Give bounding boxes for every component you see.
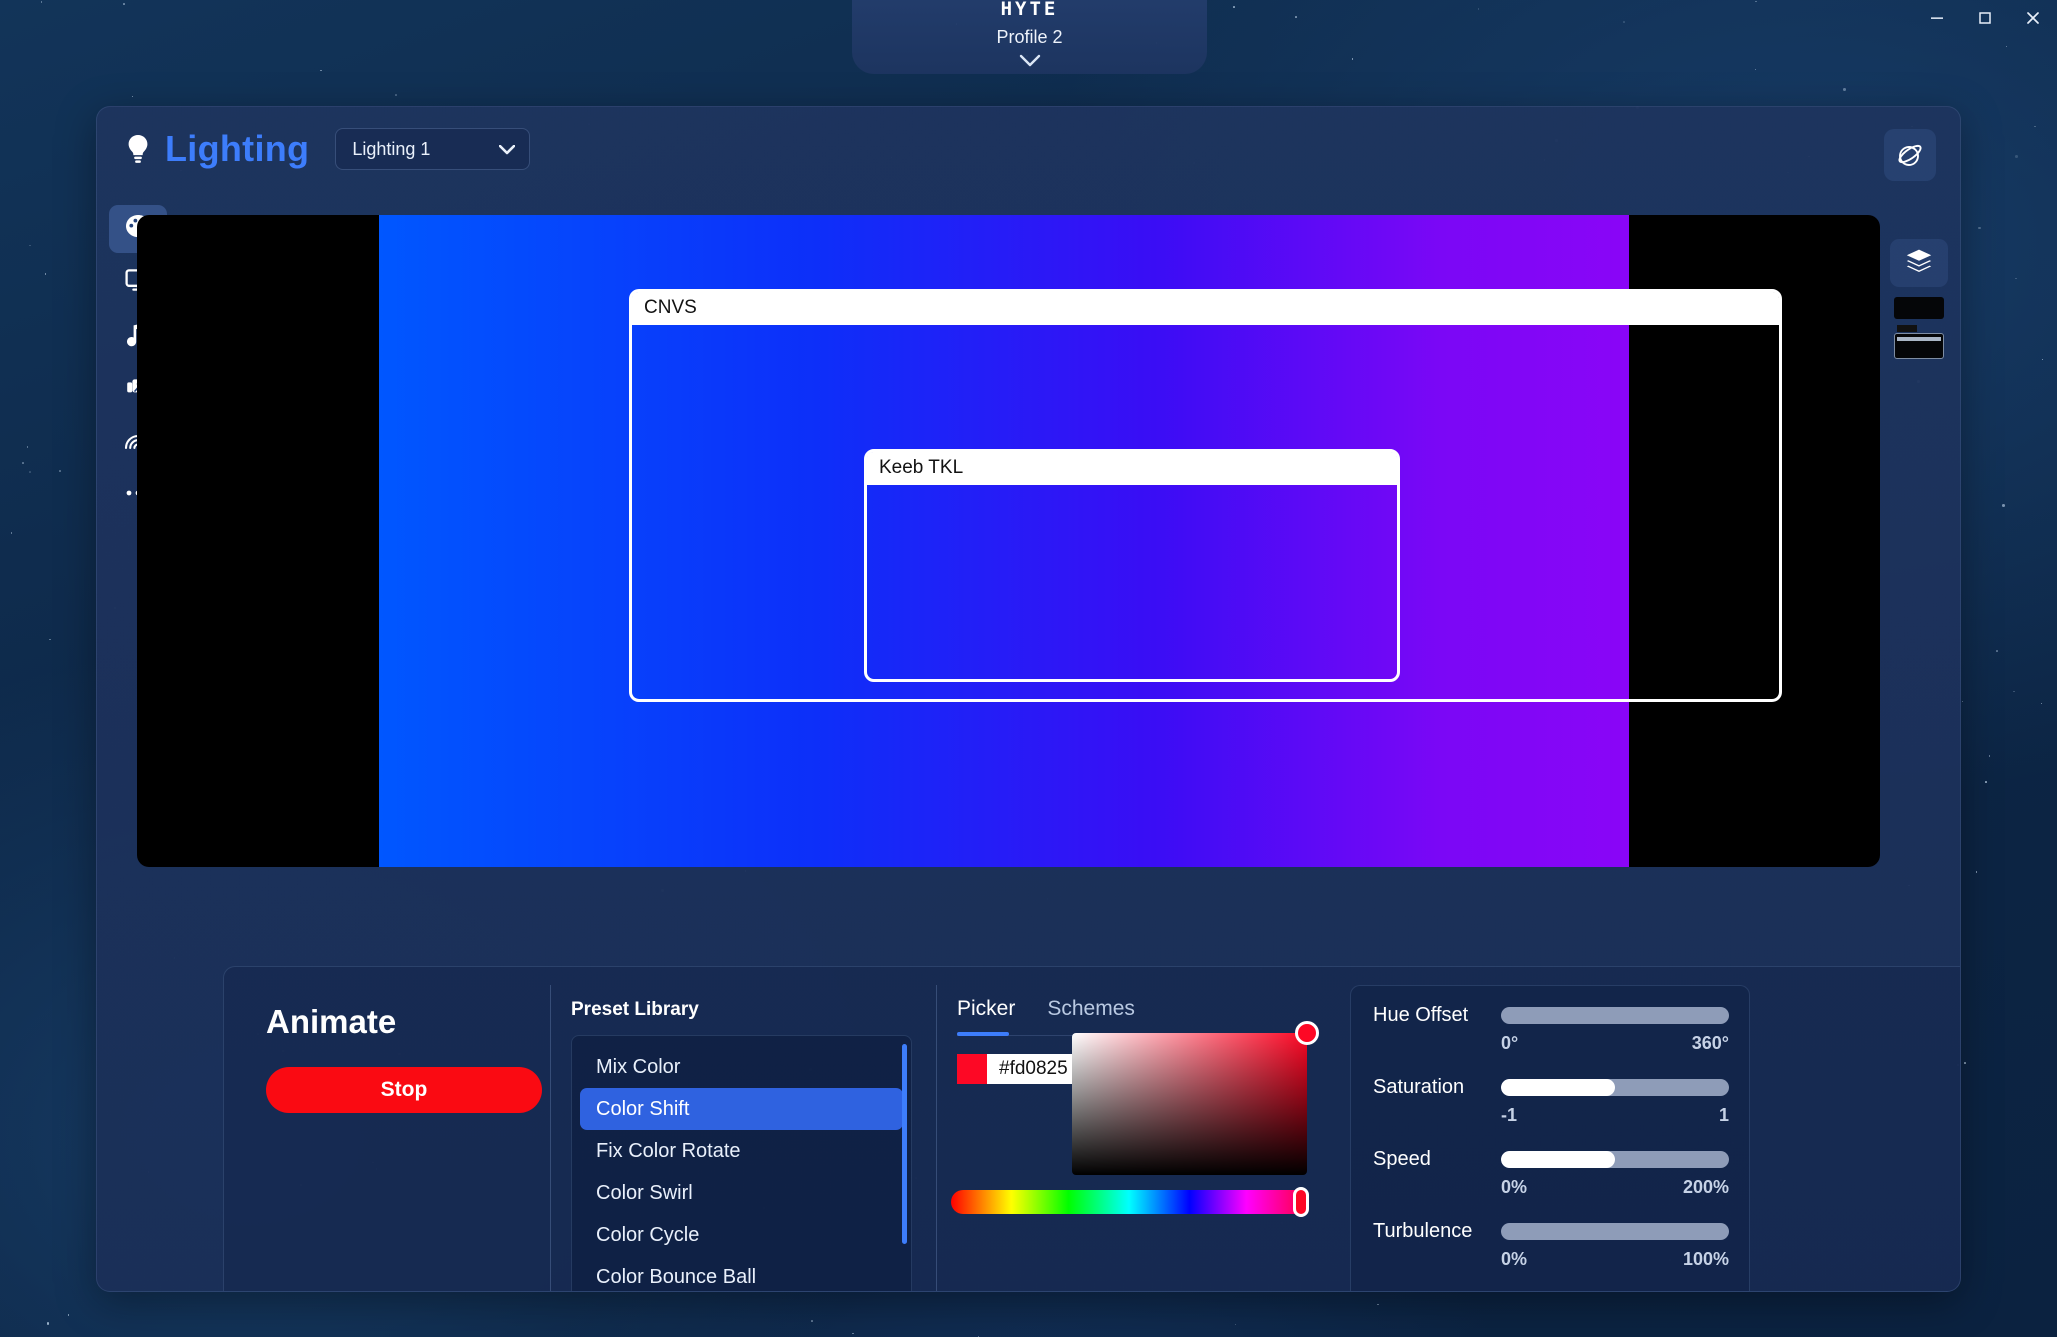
tab-schemes[interactable]: Schemes — [1047, 997, 1135, 1025]
slider-group-turbulence: Turbulence 0% 100% — [1373, 1220, 1729, 1270]
planet-orbit-icon[interactable] — [1884, 129, 1936, 181]
speed-slider[interactable] — [1501, 1151, 1729, 1168]
animate-section: Animate Stop — [244, 985, 544, 1291]
preset-library-heading: Preset Library — [571, 999, 699, 1020]
chevron-down-icon — [499, 139, 516, 160]
title-bar: HYTE Profile 2 — [0, 0, 2057, 74]
slider-group-hue-offset: Hue Offset 0° 360° — [1373, 1004, 1729, 1054]
animate-heading: Animate — [266, 1003, 397, 1040]
chevron-down-icon[interactable] — [1019, 54, 1041, 72]
device-thumbnail-keeb[interactable] — [1894, 325, 1944, 359]
turbulence-slider[interactable] — [1501, 1223, 1729, 1240]
hue-offset-slider[interactable] — [1501, 1007, 1729, 1024]
hex-input[interactable]: #fd0825 — [987, 1054, 1082, 1084]
device-outline-keeb[interactable]: Keeb TKL — [864, 449, 1400, 682]
sv-handle[interactable] — [1295, 1021, 1319, 1045]
color-picker-section: Picker Schemes #fd0825 — [936, 985, 1336, 1291]
preset-item[interactable]: Color Swirl — [580, 1172, 903, 1214]
effect-sliders-section: Hue Offset 0° 360° Saturation -1 1 Speed… — [1350, 985, 1750, 1291]
slider-min: -1 — [1501, 1105, 1518, 1125]
slider-fill — [1501, 1079, 1615, 1096]
preset-list[interactable]: Mix Color Color Shift Fix Color Rotate C… — [571, 1035, 912, 1291]
slider-max: 100% — [1682, 1249, 1729, 1269]
slider-max: 1 — [1718, 1105, 1729, 1125]
preset-item[interactable]: Fix Color Rotate — [580, 1130, 903, 1172]
maximize-button[interactable] — [1961, 0, 2009, 36]
slider-min: 0° — [1501, 1033, 1519, 1053]
app-header: Lighting Lighting 1 — [97, 107, 1960, 191]
preset-item[interactable]: Color Cycle — [580, 1214, 903, 1256]
tab-picker[interactable]: Picker — [957, 997, 1015, 1036]
device-label-cnvs: CNVS — [632, 292, 1779, 325]
hue-slider[interactable] — [951, 1187, 1309, 1217]
app-window: Lighting Lighting 1 CNVS Keeb TKL Animat… — [96, 106, 1961, 1292]
saturation-value-field[interactable] — [1072, 1021, 1319, 1175]
stop-button[interactable]: Stop — [266, 1067, 542, 1113]
lightbulb-icon — [121, 132, 155, 166]
layers-icon — [1905, 247, 1933, 280]
slider-fill — [1501, 1151, 1615, 1168]
profile-tab[interactable]: HYTE Profile 2 — [852, 0, 1207, 74]
preview-stage[interactable]: CNVS Keeb TKL — [137, 215, 1880, 867]
slider-label: Saturation — [1373, 1076, 1465, 1098]
close-button[interactable] — [2009, 0, 2057, 36]
window-controls — [1913, 0, 2057, 46]
minimize-button[interactable] — [1913, 0, 1961, 36]
lighting-profile-select[interactable]: Lighting 1 — [335, 128, 531, 170]
preset-list-scrollbar[interactable] — [902, 1044, 907, 1244]
slider-group-saturation: Saturation -1 1 — [1373, 1076, 1729, 1126]
preset-library-section: Preset Library Mix Color Color Shift Fix… — [550, 985, 930, 1291]
slider-max: 360° — [1691, 1033, 1729, 1053]
hue-handle[interactable] — [1293, 1187, 1309, 1217]
preset-item[interactable]: Mix Color — [580, 1046, 903, 1088]
saturation-slider[interactable] — [1501, 1079, 1729, 1096]
layers-button[interactable] — [1890, 239, 1948, 287]
slider-group-speed: Speed 0% 200% — [1373, 1148, 1729, 1198]
device-thumbnail-cnvs[interactable] — [1894, 297, 1944, 319]
preset-item[interactable]: Color Shift — [580, 1088, 903, 1130]
profile-name: Profile 2 — [996, 27, 1063, 47]
picker-tabs: Picker Schemes — [957, 997, 1318, 1036]
device-label-keeb: Keeb TKL — [867, 452, 1397, 485]
page-title: Lighting — [165, 128, 310, 169]
slider-label: Turbulence — [1373, 1220, 1473, 1242]
brand-logo: HYTE — [1000, 0, 1059, 20]
slider-max: 200% — [1682, 1177, 1729, 1197]
preset-item[interactable]: Color Bounce Ball — [580, 1256, 903, 1291]
current-color-swatch — [957, 1054, 987, 1084]
slider-label: Hue Offset — [1373, 1004, 1469, 1026]
slider-min: 0% — [1501, 1249, 1528, 1269]
slider-label: Speed — [1373, 1148, 1431, 1170]
effect-controls-panel: Animate Stop Preset Library Mix Color Co… — [223, 966, 1960, 1291]
slider-min: 0% — [1501, 1177, 1528, 1197]
lighting-profile-value: Lighting 1 — [352, 138, 431, 159]
